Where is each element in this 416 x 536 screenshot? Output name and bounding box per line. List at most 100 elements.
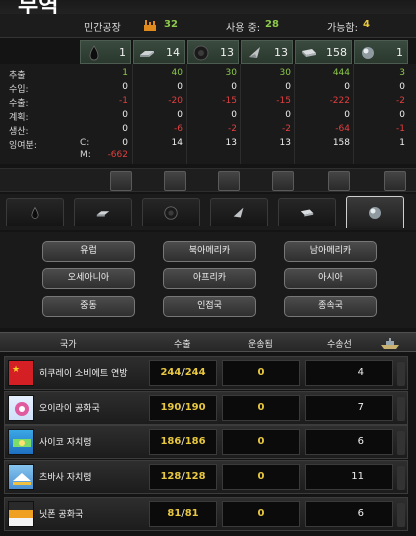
convoy-count: 6 bbox=[305, 501, 393, 527]
row-handle[interactable] bbox=[397, 397, 405, 421]
tab-chromium[interactable] bbox=[346, 196, 404, 228]
country-row[interactable]: 사이코 자치령 186/186 0 6 bbox=[4, 425, 408, 459]
trade-button-aluminium[interactable] bbox=[164, 171, 186, 191]
table-cell-aluminium: -6 bbox=[174, 124, 183, 134]
export-amount[interactable]: 190/190 bbox=[149, 395, 217, 421]
tab-steel[interactable] bbox=[278, 198, 336, 226]
region-africa-button[interactable]: 아프리카 bbox=[163, 268, 256, 289]
export-amount[interactable]: 128/128 bbox=[149, 464, 217, 490]
star-icon: ★ bbox=[12, 365, 20, 375]
convoy-count: 4 bbox=[305, 360, 393, 386]
table-cell-rubber: -2 bbox=[228, 124, 237, 134]
tungsten-shard-icon bbox=[249, 47, 260, 58]
used-factories-label: 사용 중: bbox=[226, 23, 261, 34]
window-title: 무역 bbox=[18, 0, 59, 14]
steel-bar-icon bbox=[302, 49, 316, 57]
region-south-america-button[interactable]: 남아메리카 bbox=[284, 241, 377, 262]
tab-oil[interactable] bbox=[6, 198, 64, 226]
country-name: 닛폰 공화국 bbox=[39, 510, 84, 520]
transport-amount: 0 bbox=[222, 464, 300, 490]
export-current: 190 bbox=[160, 402, 182, 413]
region-oceania-button[interactable]: 오세아니아 bbox=[42, 268, 135, 289]
resource-tungsten-value: 13 bbox=[274, 46, 288, 59]
emblem-icon bbox=[13, 473, 31, 485]
region-subjects-button[interactable]: 종속국 bbox=[284, 296, 377, 317]
region-north-america-button[interactable]: 북아메리카 bbox=[163, 241, 256, 262]
table-cell-rubber: 0 bbox=[231, 110, 237, 120]
column-export[interactable]: 수출 bbox=[174, 337, 191, 350]
resource-oil: 1 bbox=[80, 40, 131, 64]
export-max: 190 bbox=[184, 402, 206, 413]
row-handle[interactable] bbox=[397, 431, 405, 455]
country-row[interactable]: 츠바사 자치령 128/128 0 11 bbox=[4, 460, 408, 494]
row-handle[interactable] bbox=[397, 503, 405, 527]
table-cell-tungsten: 0 bbox=[285, 110, 291, 120]
export-max: 186 bbox=[184, 436, 206, 447]
table-cell-oil: 1 bbox=[122, 68, 128, 78]
factory-bar: 민간공장 32 사용 중: 28 가능함: 4 bbox=[0, 14, 416, 38]
table-row: 추출 1 40 30 30 444 3 bbox=[0, 68, 416, 81]
table-cell-oil: -662 bbox=[107, 150, 128, 160]
chromium-ball-icon bbox=[362, 47, 374, 59]
export-current: 81 bbox=[167, 508, 182, 519]
table-cell-steel: -222 bbox=[329, 96, 350, 106]
table-row: M: -662 bbox=[0, 150, 416, 161]
trade-button-tungsten[interactable] bbox=[272, 171, 294, 191]
trade-button-oil[interactable] bbox=[110, 171, 132, 191]
table-cell-chromium: -2 bbox=[396, 96, 405, 106]
export-max: 81 bbox=[184, 508, 199, 519]
export-current: 244 bbox=[160, 367, 182, 378]
resource-rubber-value: 13 bbox=[220, 46, 234, 59]
country-flag bbox=[8, 429, 34, 455]
table-cell-aluminium: 0 bbox=[177, 110, 183, 120]
convoy-count: 7 bbox=[305, 395, 393, 421]
convoy-count: 6 bbox=[305, 429, 393, 455]
civilian-factory-count: 32 bbox=[164, 19, 178, 30]
table-cell-steel: 0 bbox=[344, 110, 350, 120]
country-flag bbox=[8, 395, 34, 421]
region-europe-button[interactable]: 유럽 bbox=[42, 241, 135, 262]
table-row-label: 수입: bbox=[9, 85, 29, 95]
table-cell-steel: -64 bbox=[335, 124, 350, 134]
tab-aluminium[interactable] bbox=[74, 198, 132, 226]
transport-amount: 0 bbox=[222, 360, 300, 386]
region-asia-button[interactable]: 아시아 bbox=[284, 268, 377, 289]
export-current: 186 bbox=[160, 436, 182, 447]
export-amount[interactable]: 244/244 bbox=[149, 360, 217, 386]
convoy-count: 11 bbox=[305, 464, 393, 490]
export-amount[interactable]: 81/81 bbox=[149, 501, 217, 527]
table-row: 수입: 0 0 0 0 0 0 bbox=[0, 82, 416, 95]
tab-tungsten[interactable] bbox=[210, 198, 268, 226]
transport-amount: 0 bbox=[222, 501, 300, 527]
table-row-label: 생산: bbox=[9, 127, 29, 137]
row-handle[interactable] bbox=[397, 466, 405, 490]
table-cell-tungsten: -15 bbox=[276, 96, 291, 106]
trade-button-chromium[interactable] bbox=[384, 171, 406, 191]
row-handle[interactable] bbox=[397, 362, 405, 386]
country-row[interactable]: 오이라이 공화국 190/190 0 7 bbox=[4, 391, 408, 425]
column-country[interactable]: 국가 bbox=[60, 337, 77, 350]
export-current: 128 bbox=[160, 471, 182, 482]
table-cell-tungsten: 0 bbox=[285, 82, 291, 92]
trade-button-rubber[interactable] bbox=[218, 171, 240, 191]
column-convoys[interactable]: 수송선 bbox=[327, 337, 352, 350]
export-amount[interactable]: 186/186 bbox=[149, 429, 217, 455]
rubber-tire-icon bbox=[164, 205, 178, 220]
table-row-label: 추출 bbox=[9, 71, 26, 81]
region-neighbors-button[interactable]: 인접국 bbox=[163, 296, 256, 317]
country-row[interactable]: ★ 히쿠레이 소비에트 연방 244/244 0 4 bbox=[4, 356, 408, 390]
tab-rubber[interactable] bbox=[142, 198, 200, 226]
table-cell-oil: 0 bbox=[122, 124, 128, 134]
resource-steel: 158 bbox=[295, 40, 352, 64]
country-name: 츠바사 자치령 bbox=[39, 473, 92, 483]
export-max: 244 bbox=[184, 367, 206, 378]
country-row[interactable]: 닛폰 공화국 81/81 0 6 bbox=[4, 497, 408, 531]
country-name: 사이코 자치령 bbox=[39, 438, 92, 448]
oil-drop-icon bbox=[31, 206, 39, 219]
trade-button-steel[interactable] bbox=[328, 171, 350, 191]
table-row-label: 수출: bbox=[9, 99, 29, 109]
column-transport[interactable]: 운송됨 bbox=[248, 337, 273, 350]
resource-aluminium: 14 bbox=[133, 40, 185, 64]
region-filters: 유럽 북아메리카 남아메리카 오세아니아 아프리카 아시아 중동 인접국 종속국 bbox=[0, 232, 416, 328]
region-middle-east-button[interactable]: 중동 bbox=[42, 296, 135, 317]
